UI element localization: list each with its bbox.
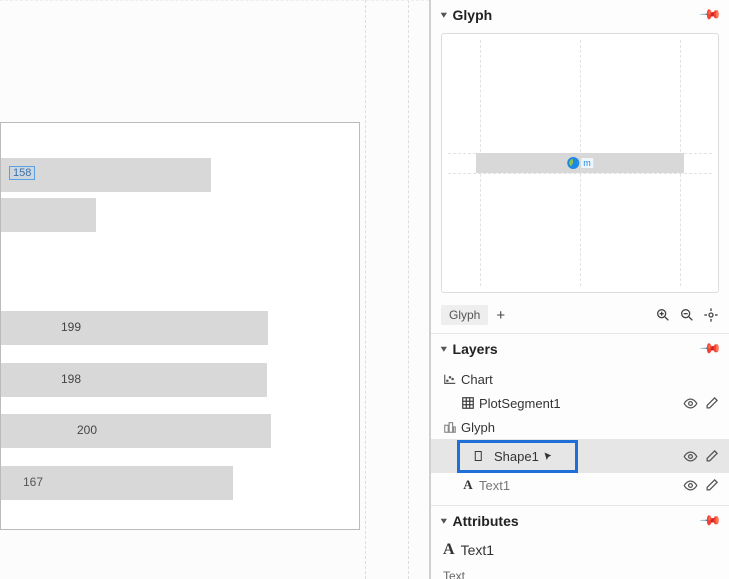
data-field-icon (567, 157, 579, 169)
layer-glyph[interactable]: Glyph (431, 415, 729, 439)
pin-icon[interactable]: 📌 (698, 336, 722, 360)
glyph-editor[interactable]: m (441, 33, 719, 293)
pin-icon[interactable]: 📌 (698, 508, 722, 532)
cursor-icon (543, 451, 555, 463)
visibility-icon[interactable] (683, 396, 698, 411)
bar[interactable]: 158 (1, 158, 211, 192)
pin-icon[interactable]: 📌 (698, 2, 722, 26)
side-panel: ▾ Glyph 📌 m Glyph (429, 0, 729, 579)
glyph-panel-header[interactable]: ▾ Glyph 📌 (431, 0, 729, 29)
data-label: 198 (61, 372, 81, 386)
bar[interactable]: 198 (1, 363, 267, 397)
erase-icon[interactable] (704, 478, 719, 493)
layer-label: Glyph (459, 420, 719, 435)
layer-chart[interactable]: Chart (431, 367, 729, 391)
data-label: 167 (23, 475, 43, 489)
attributes-panel-header[interactable]: ▾ Attributes 📌 (431, 506, 729, 535)
zoom-in-icon[interactable] (655, 307, 671, 323)
data-label: 200 (77, 423, 97, 437)
visibility-icon[interactable] (683, 478, 698, 493)
data-label-selected[interactable]: 158 (9, 166, 35, 180)
attributes-object-label: Text1 (461, 542, 494, 558)
zoom-out-icon[interactable] (679, 307, 695, 323)
text-icon: A (443, 541, 455, 559)
layer-shape1[interactable]: Shape1 (431, 439, 729, 473)
add-glyph-button[interactable]: + (496, 307, 505, 324)
attributes-panel-title: Attributes (453, 513, 519, 529)
chart-plot-area[interactable]: 158 199 198 200 167 (0, 122, 360, 530)
data-label: 199 (61, 320, 81, 334)
layers-panel-title: Layers (453, 341, 498, 357)
chevron-down-icon: ▾ (441, 515, 447, 525)
chevron-down-icon: ▾ (441, 9, 447, 19)
layers-tree: Chart PlotSegment1 (431, 363, 729, 505)
bar[interactable]: 199 (1, 311, 268, 345)
glyph-icon (441, 420, 459, 434)
text-icon: A (459, 477, 477, 493)
glyph-data-marker[interactable]: m (567, 157, 593, 169)
erase-icon[interactable] (704, 449, 719, 464)
glyph-panel-title: Glyph (453, 7, 493, 23)
attributes-object-name: A Text1 (443, 541, 717, 559)
visibility-icon[interactable] (683, 449, 698, 464)
grid-icon (459, 396, 477, 410)
rectangle-icon (470, 449, 488, 463)
layers-panel-header[interactable]: ▾ Layers 📌 (431, 334, 729, 363)
bar[interactable] (1, 198, 96, 232)
attribute-field-text[interactable]: Text (443, 569, 717, 579)
fit-view-icon[interactable] (703, 307, 719, 323)
layer-label: Shape1 (494, 449, 539, 464)
layer-text1[interactable]: A Text1 (431, 473, 729, 497)
chevron-down-icon: ▾ (441, 343, 447, 353)
bar[interactable]: 200 (1, 414, 271, 448)
glyph-tab[interactable]: Glyph (441, 305, 488, 325)
chart-canvas[interactable]: 158 199 198 200 167 (0, 0, 429, 579)
erase-icon[interactable] (704, 396, 719, 411)
layer-label: Text1 (477, 478, 683, 493)
layer-label: Chart (459, 372, 719, 387)
layer-label: PlotSegment1 (477, 396, 683, 411)
chart-icon (441, 372, 459, 386)
selection-highlight: Shape1 (457, 440, 578, 473)
layer-plotsegment[interactable]: PlotSegment1 (431, 391, 729, 415)
glyph-marker-label: m (581, 158, 593, 168)
